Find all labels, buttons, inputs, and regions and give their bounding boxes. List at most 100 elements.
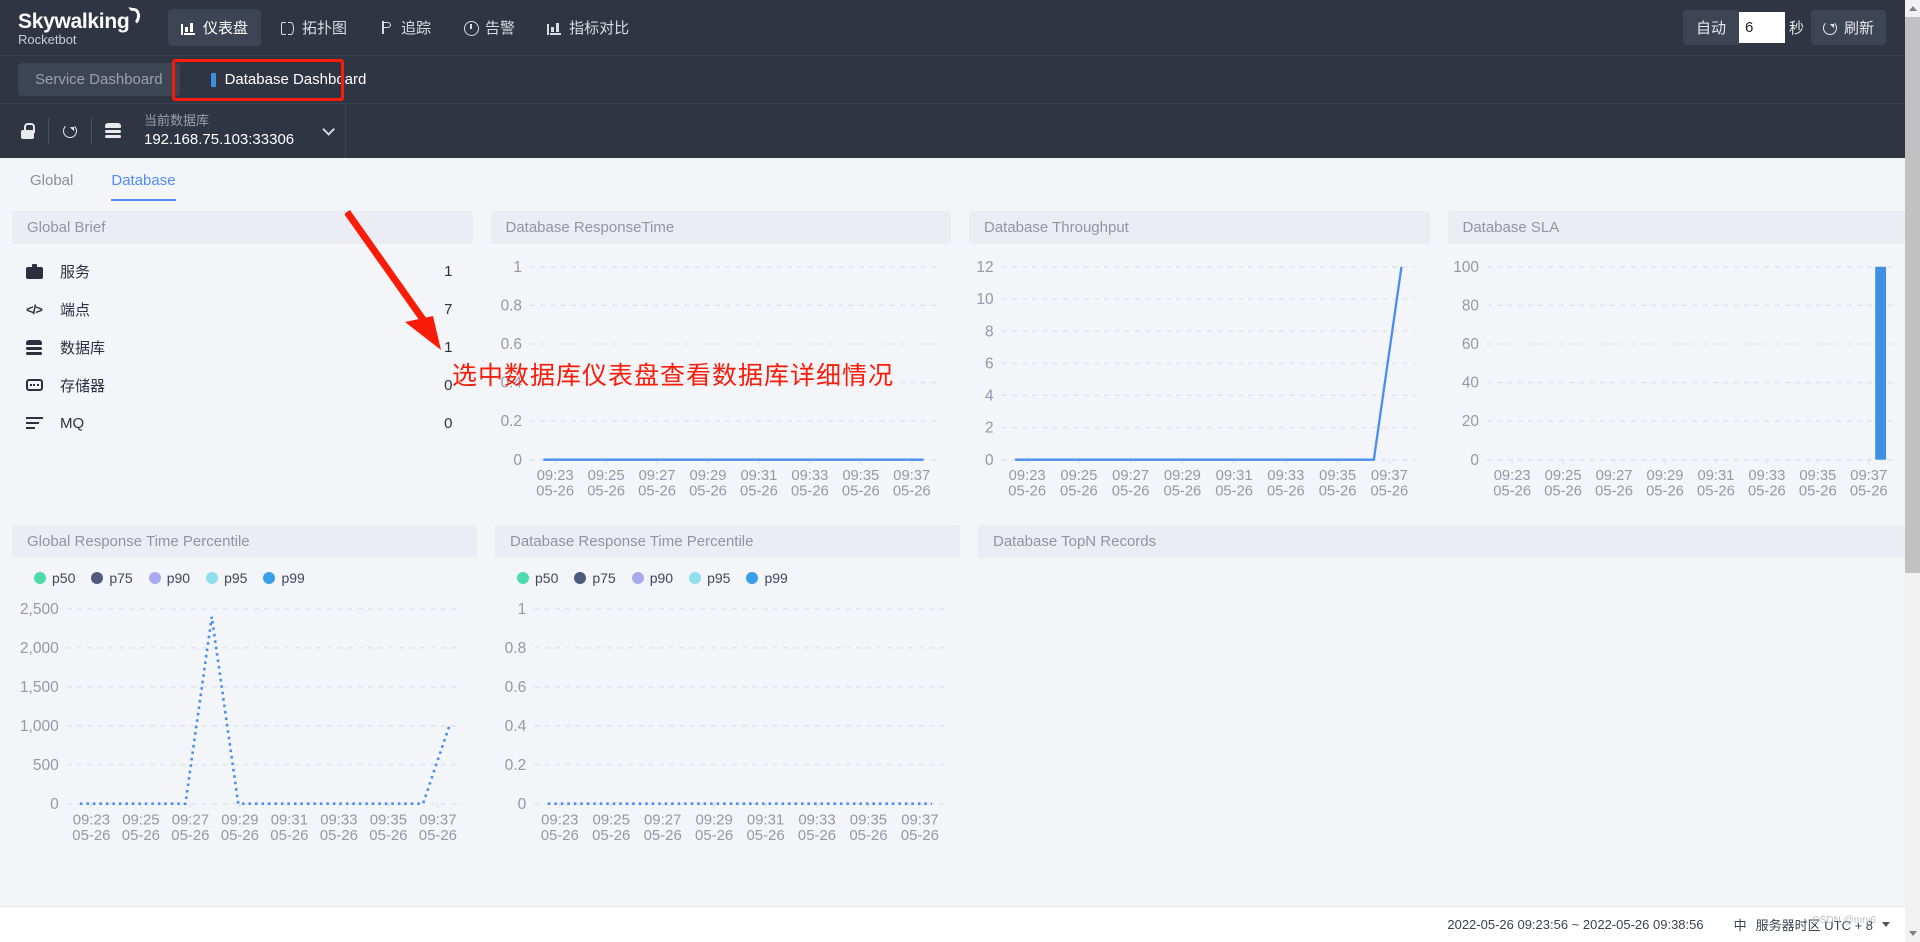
nav-label-metrics-compare: 指标对比 <box>569 20 630 37</box>
svg-text:05-26: 05-26 <box>369 827 407 844</box>
language-label[interactable]: 中 <box>1734 915 1747 934</box>
svg-text:09:29: 09:29 <box>221 812 258 829</box>
svg-text:09:31: 09:31 <box>1216 468 1253 484</box>
auto-refresh-button[interactable]: 自动 <box>1682 10 1739 45</box>
watermark-text: CSDN @mry6 <box>1812 915 1877 926</box>
svg-text:09:23: 09:23 <box>536 468 573 484</box>
legend-item-p50[interactable]: p50 <box>517 570 558 586</box>
legend-item-p99[interactable]: p99 <box>746 570 788 586</box>
legend-label: p90 <box>649 570 674 587</box>
legend-item-p75[interactable]: p75 <box>91 570 133 586</box>
legend-item-p99[interactable]: p99 <box>263 570 305 587</box>
legend-label: p50 <box>535 570 559 587</box>
service-icon <box>26 263 60 279</box>
chevron-down-icon <box>322 122 336 136</box>
page-scrollbar[interactable] <box>1905 0 1920 942</box>
svg-text:05-26: 05-26 <box>72 827 110 844</box>
svg-text:05-26: 05-26 <box>1697 484 1735 500</box>
tab-global[interactable]: Global <box>14 161 89 201</box>
legend-swatch <box>574 572 587 585</box>
legend-item-p75[interactable]: p75 <box>574 570 616 586</box>
refresh-label: 刷新 <box>1843 20 1874 37</box>
list-item-label: 存储器 <box>60 377 106 395</box>
nav-item-trace[interactable]: 追踪 <box>366 9 444 46</box>
reload-button[interactable] <box>49 112 91 150</box>
svg-text:05-26: 05-26 <box>1319 484 1357 500</box>
nav-label-topology: 拓扑图 <box>302 20 348 37</box>
annotation-text: 选中数据库仪表盘查看数据库详细情况 <box>452 362 895 390</box>
svg-text:05-26: 05-26 <box>841 484 879 500</box>
scroll-down-icon[interactable] <box>1905 925 1920 942</box>
list-item: MQ 0 <box>26 404 453 442</box>
svg-text:05-26: 05-26 <box>790 484 828 500</box>
chart-db-percentile[interactable]: 0 0.2 0.4 0.6 0.8 1 09:23 05-26 09:25 05-26 09:27 0… <box>495 586 960 856</box>
tab-database[interactable]: Database <box>95 161 191 201</box>
svg-text:09:25: 09:25 <box>122 812 159 829</box>
legend-item-p90[interactable]: p90 <box>148 570 190 586</box>
dashboard-tab-bar: Service Dashboard Database Dashboard <box>0 55 1920 103</box>
svg-text:05-26: 05-26 <box>587 484 625 500</box>
svg-text:8: 8 <box>985 323 994 340</box>
legend-swatch <box>746 572 759 585</box>
database-button[interactable] <box>92 112 134 150</box>
logo-text: Skywalking <box>18 10 130 33</box>
chart-db-throughput[interactable]: 0 2 4 6 8 10 12 09:23 05-26 09:25 05-26 09:27 05-26 0… <box>969 244 1430 511</box>
chart-global-percentile[interactable]: 0 500 1,000 1,500 2,000 2,500 09:23 05-26 09:25 0… <box>12 586 477 856</box>
alarm-icon <box>463 20 480 36</box>
svg-text:0.4: 0.4 <box>505 718 527 735</box>
refresh-icon <box>63 124 77 138</box>
lock-icon <box>20 123 35 139</box>
legend-swatch <box>689 572 702 585</box>
scroll-up-icon[interactable] <box>1905 0 1920 17</box>
legend-item-p90[interactable]: p90 <box>631 570 674 587</box>
svg-text:0: 0 <box>513 452 522 469</box>
legend-swatch <box>148 572 161 585</box>
legend-item-p50[interactable]: p50 <box>34 570 75 586</box>
list-item-label: 数据库 <box>60 339 106 357</box>
legend-item-p95[interactable]: p95 <box>689 570 730 586</box>
skywalking-app: Skywalking Rocketbot 仪表盘 拓扑图 追踪 告警 指标对比 … <box>0 0 1920 942</box>
svg-text:09:37: 09:37 <box>1850 468 1887 484</box>
refresh-interval-input[interactable] <box>1738 12 1785 43</box>
refresh-button[interactable]: 刷新 <box>1810 10 1886 45</box>
panel-db-sla: Database SLA 0 20 40 60 80 100 09:23 05-26 09:25… <box>1447 211 1909 511</box>
svg-text:09:31: 09:31 <box>1697 468 1734 484</box>
nav-item-dashboard[interactable]: 仪表盘 <box>168 9 262 46</box>
lock-button[interactable] <box>6 112 48 150</box>
nav-item-alarm[interactable]: 告警 <box>450 9 528 46</box>
svg-text:05-26: 05-26 <box>1849 484 1887 500</box>
svg-text:05-26: 05-26 <box>320 827 358 844</box>
legend-db-percentile: p50 p75 p90 p95 p99 <box>495 558 960 586</box>
panel-title: Database Throughput <box>969 211 1430 244</box>
svg-text:1,500: 1,500 <box>20 679 59 696</box>
panel-title: Database Response Time Percentile <box>495 525 960 559</box>
dashboard-tab-service[interactable]: Service Dashboard <box>18 63 180 96</box>
nav-item-topology[interactable]: 拓扑图 <box>267 9 360 46</box>
svg-text:09:23: 09:23 <box>1009 468 1046 484</box>
legend-label: p99 <box>281 570 305 587</box>
chart-canvas: 00.20.40.60.8109:2305-2609:2505-2609:270… <box>505 601 946 844</box>
panel-title: Database SLA <box>1447 211 1908 244</box>
svg-text:0.6: 0.6 <box>500 336 521 353</box>
svg-text:12: 12 <box>976 259 993 276</box>
svg-text:05-26: 05-26 <box>689 484 727 500</box>
chart-db-sla[interactable]: 0 20 40 60 80 100 09:23 05-26 09:25 05-26 09:27 05-… <box>1448 244 1909 511</box>
nav-item-metrics-compare[interactable]: 指标对比 <box>534 9 642 46</box>
svg-text:05-26: 05-26 <box>746 827 784 844</box>
panel-db-topn: Database TopN Records <box>978 525 1908 856</box>
svg-text:09:33: 09:33 <box>798 812 835 829</box>
list-item-label: MQ <box>60 414 85 432</box>
svg-text:1,000: 1,000 <box>20 718 59 735</box>
svg-text:100: 100 <box>1453 259 1479 276</box>
svg-text:09:27: 09:27 <box>172 812 209 829</box>
scrollbar-thumb[interactable] <box>1905 17 1920 573</box>
legend-item-p95[interactable]: p95 <box>206 570 247 586</box>
svg-text:09:35: 09:35 <box>850 812 887 829</box>
svg-text:05-26: 05-26 <box>171 827 209 844</box>
dashboard-tab-database[interactable]: Database Dashboard <box>193 63 384 96</box>
legend-swatch <box>91 572 104 585</box>
svg-text:09:31: 09:31 <box>271 812 308 829</box>
current-database-selector[interactable]: 当前数据库 192.168.75.103:33306 <box>144 113 336 149</box>
svg-text:09:33: 09:33 <box>791 468 828 484</box>
list-item-label: 服务 <box>60 263 91 281</box>
